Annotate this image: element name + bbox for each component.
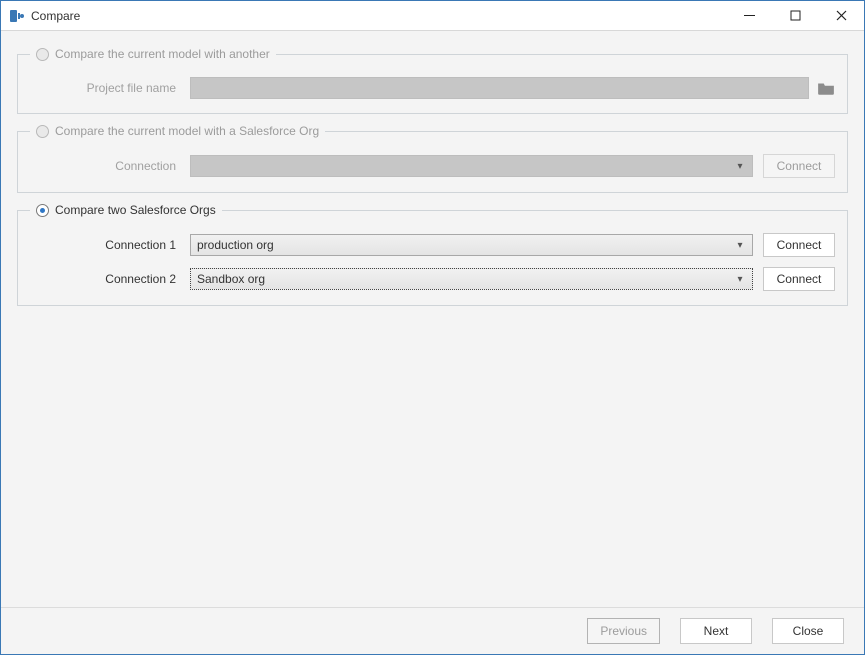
group-compare-model-org-legend[interactable]: Compare the current model with a Salesfo…: [30, 124, 325, 138]
row-connection2: Connection 2 Sandbox org ▾ Connect: [30, 267, 835, 291]
title-bar: Compare: [1, 1, 864, 31]
app-icon: [9, 8, 25, 24]
select-connection2-value: Sandbox org: [197, 272, 265, 286]
group-compare-model-org: Compare the current model with a Salesfo…: [17, 124, 848, 193]
group-compare-model-another-label: Compare the current model with another: [55, 47, 270, 61]
group-compare-model-another: Compare the current model with another P…: [17, 47, 848, 114]
dialog-footer: Previous Next Close: [1, 608, 864, 654]
maximize-button[interactable]: [772, 1, 818, 30]
next-button[interactable]: Next: [680, 618, 752, 644]
select-connection2[interactable]: Sandbox org ▾: [190, 268, 753, 290]
group-compare-model-org-label: Compare the current model with a Salesfo…: [55, 124, 319, 138]
label-connection-single: Connection: [30, 159, 190, 173]
minimize-button[interactable]: [726, 1, 772, 30]
close-window-button[interactable]: [818, 1, 864, 30]
connect-button-single: Connect: [763, 154, 835, 178]
input-project-file: [190, 77, 809, 99]
select-connection1[interactable]: production org ▾: [190, 234, 753, 256]
previous-button: Previous: [587, 618, 660, 644]
connect-button-2[interactable]: Connect: [763, 267, 835, 291]
connect-button-1[interactable]: Connect: [763, 233, 835, 257]
select-connection1-value: production org: [197, 238, 274, 252]
group-compare-model-another-legend[interactable]: Compare the current model with another: [30, 47, 276, 61]
chevron-down-icon: ▾: [732, 274, 748, 285]
radio-compare-two-orgs[interactable]: [36, 204, 49, 217]
label-connection2: Connection 2: [30, 272, 190, 286]
row-connection-single: Connection ▾ Connect: [30, 154, 835, 178]
group-compare-two-orgs-label: Compare two Salesforce Orgs: [55, 203, 216, 217]
window-title: Compare: [31, 9, 80, 23]
label-project-file: Project file name: [30, 81, 190, 95]
radio-compare-model-org[interactable]: [36, 125, 49, 138]
select-connection-single: ▾: [190, 155, 753, 177]
label-connection1: Connection 1: [30, 238, 190, 252]
window-controls: [726, 1, 864, 30]
content-area: Compare the current model with another P…: [1, 31, 864, 608]
row-connection1: Connection 1 production org ▾ Connect: [30, 233, 835, 257]
chevron-down-icon: ▾: [732, 240, 748, 251]
radio-compare-model-another[interactable]: [36, 48, 49, 61]
close-button[interactable]: Close: [772, 618, 844, 644]
group-compare-two-orgs-legend[interactable]: Compare two Salesforce Orgs: [30, 203, 222, 217]
group-compare-two-orgs: Compare two Salesforce Orgs Connection 1…: [17, 203, 848, 306]
row-project-file: Project file name: [30, 77, 835, 99]
compare-dialog: Compare Compare the current model with a…: [0, 0, 865, 655]
browse-folder-icon[interactable]: [817, 79, 835, 97]
chevron-down-icon: ▾: [732, 161, 748, 172]
